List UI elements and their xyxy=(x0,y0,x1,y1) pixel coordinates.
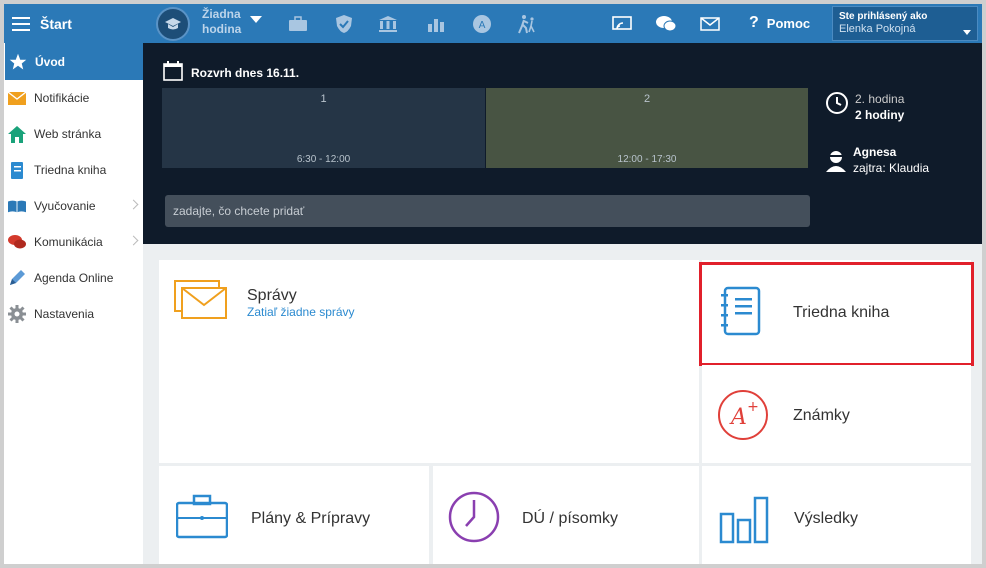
envelope-icon xyxy=(8,89,26,107)
schedule-title-text: Rozvrh dnes 16.11. xyxy=(191,65,300,80)
tile-plans[interactable]: Plány & Prípravy xyxy=(159,466,429,564)
envelope-stack-icon xyxy=(174,280,228,325)
svg-text:+: + xyxy=(747,399,759,415)
current-lesson-number: 2. hodina xyxy=(855,92,905,106)
schedule-slot-1[interactable]: 1 6:30 - 12:00 xyxy=(162,88,485,168)
chevron-right-icon xyxy=(128,199,139,210)
slot-time: 6:30 - 12:00 xyxy=(296,154,351,165)
sidebar-item-label: Agenda Online xyxy=(34,271,114,285)
current-lesson-info: 2. hodina 2 hodiny xyxy=(825,91,904,123)
briefcase-icon xyxy=(175,494,229,545)
lesson-label-line1: Žiadna xyxy=(202,7,241,21)
menu-icon[interactable] xyxy=(12,16,30,31)
help-label: Pomoc xyxy=(766,15,811,31)
grades-label: Známky xyxy=(793,407,850,424)
chat-bubbles-icon[interactable] xyxy=(655,13,677,35)
grade-a-plus-icon: A + xyxy=(717,389,769,446)
bank-icon[interactable] xyxy=(377,13,399,35)
tile-results[interactable]: Výsledky xyxy=(702,466,971,564)
teacher-name: Agnesa xyxy=(853,145,897,159)
chevron-down-icon[interactable] xyxy=(250,16,262,23)
chevron-down-icon[interactable] xyxy=(963,30,971,35)
schedule-title: Rozvrh dnes 16.11. xyxy=(163,61,299,84)
slot-time: 12:00 - 17:30 xyxy=(617,154,677,165)
notebook-icon xyxy=(8,161,26,179)
sidebar-item-notifikacie[interactable]: Notifikácie xyxy=(4,80,143,116)
messages-label: Správy xyxy=(247,287,297,304)
user-name: Elenka Pokojná xyxy=(839,23,916,35)
calendar-icon xyxy=(163,61,183,84)
sidebar-item-web[interactable]: Web stránka xyxy=(4,116,143,152)
help-button[interactable]: ? Pomoc xyxy=(749,14,810,32)
book-icon xyxy=(8,197,26,215)
sidebar-item-label: Web stránka xyxy=(34,127,102,141)
lesson-selector[interactable]: Žiadna hodina xyxy=(202,7,241,37)
tile-messages[interactable]: Správy Zatiaľ žiadne správy xyxy=(159,260,699,463)
graduation-cap-icon[interactable] xyxy=(156,7,190,41)
messages-status: Zatiaľ žiadne správy xyxy=(247,305,355,319)
sidebar-item-triedna-kniha[interactable]: Triedna kniha xyxy=(4,152,143,188)
tile-grades[interactable]: A + Známky xyxy=(702,365,971,463)
slot-number: 1 xyxy=(320,93,327,105)
sidebar-item-label: Vyučovanie xyxy=(34,199,96,213)
sidebar-item-uvod[interactable]: Úvod xyxy=(4,43,143,80)
chat-icon xyxy=(8,233,26,251)
sidebar-item-komunikacia[interactable]: Komunikácia xyxy=(4,224,143,260)
bar-chart-icon[interactable] xyxy=(425,13,447,35)
pencil-icon xyxy=(8,269,26,287)
sidebar-item-label: Notifikácie xyxy=(34,91,90,105)
sidebar: Úvod Notifikácie Web stránka Triedna kni… xyxy=(4,43,143,564)
bar-chart-icon xyxy=(719,494,769,549)
chevron-right-icon xyxy=(128,235,139,246)
tile-homework[interactable]: DÚ / písomky xyxy=(433,466,699,564)
user-menu[interactable]: Ste prihlásený ako Elenka Pokojná xyxy=(832,6,978,41)
question-icon: ? xyxy=(749,14,759,31)
sidebar-item-label: Úvod xyxy=(35,54,65,69)
teacher-info: Agnesa zajtra: Klaudia xyxy=(825,144,929,176)
sidebar-item-vyucovanie[interactable]: Vyučovanie xyxy=(4,188,143,224)
sidebar-item-agenda[interactable]: Agenda Online xyxy=(4,260,143,296)
sidebar-item-nastavenia[interactable]: Nastavenia xyxy=(4,296,143,332)
top-bar: Štart Žiadna hodina A ? Pomoc Ste prihlá… xyxy=(4,4,982,43)
grade-icon[interactable]: A xyxy=(471,13,493,35)
shield-icon[interactable] xyxy=(333,13,355,35)
highlight-box xyxy=(699,262,974,366)
schedule-slot-2[interactable]: 2 12:00 - 17:30 xyxy=(486,88,808,168)
sidebar-item-label: Komunikácia xyxy=(34,235,103,249)
clock-icon xyxy=(825,91,849,123)
star-icon xyxy=(9,53,27,71)
cast-screen-icon[interactable] xyxy=(611,13,633,35)
homework-label: DÚ / písomky xyxy=(522,510,619,527)
plans-label: Plány & Prípravy xyxy=(251,510,371,527)
home-icon xyxy=(8,125,26,143)
svg-text:A: A xyxy=(729,405,747,430)
app-window: Štart Žiadna hodina A ? Pomoc Ste prihlá… xyxy=(0,0,986,568)
start-label: Štart xyxy=(40,15,72,32)
lesson-label-line2: hodina xyxy=(202,22,242,36)
results-label: Výsledky xyxy=(794,510,859,527)
schedule-panel: Rozvrh dnes 16.11. 1 6:30 - 12:00 2 12:0… xyxy=(143,43,982,244)
svg-text:A: A xyxy=(479,20,486,31)
current-lesson-duration: 2 hodiny xyxy=(855,108,905,122)
briefcase-icon[interactable] xyxy=(287,13,309,35)
clock-icon xyxy=(447,490,501,549)
user-caption: Ste prihlásený ako xyxy=(839,11,928,22)
slot-number: 2 xyxy=(643,93,651,105)
sidebar-item-label: Nastavenia xyxy=(34,307,95,321)
person-icon xyxy=(825,150,847,176)
walking-icon[interactable] xyxy=(516,13,538,35)
sidebar-item-label: Triedna kniha xyxy=(34,163,107,177)
gear-icon xyxy=(8,305,26,323)
start-button[interactable]: Štart xyxy=(8,4,146,43)
add-item-input[interactable] xyxy=(165,195,810,227)
teacher-tomorrow: zajtra: Klaudia xyxy=(853,161,930,175)
mail-icon[interactable] xyxy=(699,13,721,35)
